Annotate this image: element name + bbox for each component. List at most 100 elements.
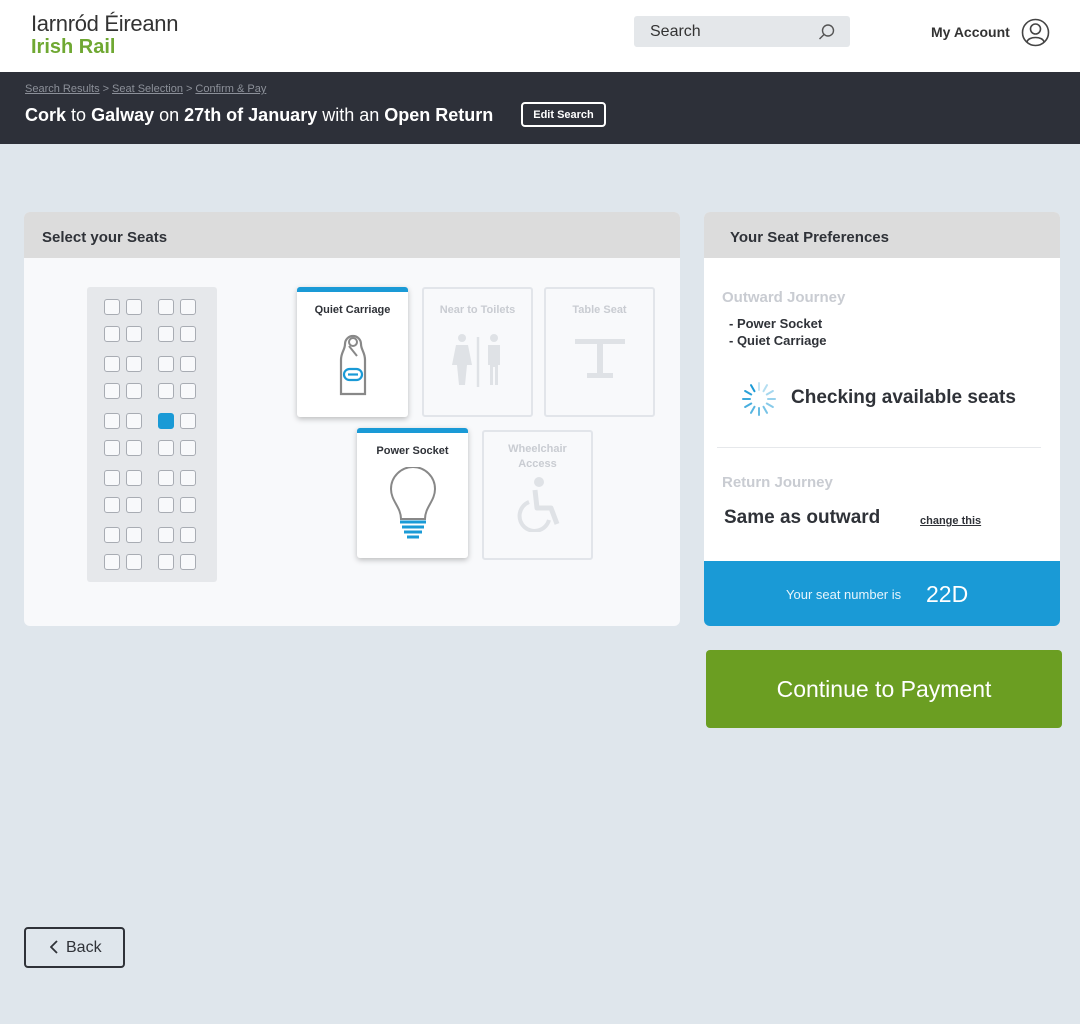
list-item: - Quiet Carriage (729, 333, 827, 348)
search-icon[interactable] (818, 23, 836, 41)
seat[interactable] (104, 326, 120, 342)
top-header: Iarnród Éireann Irish Rail My Account (0, 0, 1080, 72)
seat[interactable] (158, 356, 174, 372)
wheelchair-access-label: Wheelchair Access (508, 443, 567, 470)
table-seat-option[interactable]: Table Seat (544, 287, 655, 417)
seat[interactable] (126, 299, 142, 315)
seat[interactable] (104, 527, 120, 543)
seat[interactable] (180, 470, 196, 486)
seat[interactable] (126, 527, 142, 543)
seat[interactable] (104, 440, 120, 456)
seat[interactable] (180, 554, 196, 570)
seat[interactable] (104, 554, 120, 570)
return-journey-value: Same as outward (724, 507, 881, 528)
seat[interactable] (126, 356, 142, 372)
select-seats-panel: Select your Seats Quiet Carriage Near to… (24, 212, 680, 626)
seat[interactable] (126, 413, 142, 429)
seat-number-banner: Your seat number is 22D (704, 561, 1060, 626)
seat[interactable] (104, 383, 120, 399)
logo-line-english: Irish Rail (31, 36, 116, 58)
seat[interactable] (104, 356, 120, 372)
seat[interactable] (180, 440, 196, 456)
list-item: - Power Socket (729, 316, 823, 331)
seat[interactable] (158, 554, 174, 570)
seat-number-value: 22D (926, 581, 969, 607)
divider (717, 447, 1041, 448)
seat[interactable] (180, 383, 196, 399)
seat[interactable] (158, 299, 174, 315)
seat-preferences-panel: Your Seat Preferences Outward Journey - … (704, 212, 1060, 626)
seat-number-label: Your seat number is (786, 587, 902, 602)
seat[interactable] (126, 497, 142, 513)
seat[interactable] (126, 440, 142, 456)
breadcrumb-confirm-pay[interactable]: Confirm & Pay (195, 83, 266, 95)
power-socket-option[interactable]: Power Socket (357, 428, 468, 558)
seat[interactable] (158, 527, 174, 543)
seat[interactable] (180, 527, 196, 543)
breadcrumb: Search Results > Seat Selection > Confirm & … (25, 83, 266, 95)
continue-to-payment-button[interactable]: Continue to Payment (706, 650, 1062, 728)
seat[interactable] (104, 470, 120, 486)
ticket-type: Open Return (384, 105, 494, 125)
seat[interactable] (180, 413, 196, 429)
back-label: Back (66, 939, 102, 956)
seat[interactable] (126, 554, 142, 570)
seat[interactable] (180, 326, 196, 342)
chevron-left-icon (50, 940, 58, 954)
seat[interactable] (104, 299, 120, 315)
irish-rail-logo[interactable]: Iarnród Éireann Irish Rail (31, 11, 179, 59)
seat[interactable] (158, 383, 174, 399)
seat[interactable] (158, 326, 174, 342)
seat[interactable] (158, 497, 174, 513)
destination-station: Galway (91, 105, 155, 125)
door-hanger-icon (339, 334, 366, 396)
outward-journey-heading: Outward Journey (722, 289, 846, 306)
wheelchair-icon (517, 477, 559, 532)
journey-summary-bar: Search Results > Seat Selection > Confirm & … (0, 72, 1080, 144)
lightbulb-icon (389, 467, 436, 539)
seat[interactable] (180, 299, 196, 315)
search-input[interactable] (634, 16, 804, 47)
seat[interactable] (104, 497, 120, 513)
seat[interactable] (126, 326, 142, 342)
wheelchair-access-option[interactable]: Wheelchair Access (482, 430, 593, 560)
seat[interactable] (180, 356, 196, 372)
breadcrumb-search-results[interactable]: Search Results (25, 83, 100, 95)
logo-line-irish: Iarnród Éireann (31, 11, 179, 36)
quiet-carriage-option[interactable]: Quiet Carriage (297, 287, 408, 417)
near-toilets-option[interactable]: Near to Toilets (422, 287, 533, 417)
journey-title: Cork to Galway on 27th of January with a… (25, 105, 493, 126)
breadcrumb-separator: > (185, 83, 193, 95)
loading-spinner-icon (742, 382, 776, 416)
select-seats-title: Select your Seats (24, 212, 680, 258)
seat[interactable] (126, 383, 142, 399)
breadcrumb-separator: > (102, 83, 110, 95)
seat[interactable] (180, 497, 196, 513)
seat-preferences-title: Your Seat Preferences (704, 212, 1060, 258)
back-button[interactable]: Back (24, 927, 125, 968)
breadcrumb-seat-selection[interactable]: Seat Selection (112, 83, 183, 95)
quiet-carriage-label: Quiet Carriage (314, 304, 391, 316)
toilets-icon (451, 334, 500, 387)
my-account-link[interactable]: My Account (931, 24, 1010, 40)
checking-status-text: Checking available seats (791, 387, 1016, 408)
seat[interactable] (158, 470, 174, 486)
search-box (634, 16, 850, 47)
power-socket-label: Power Socket (376, 445, 449, 457)
user-account-icon[interactable] (1021, 18, 1050, 47)
seat[interactable] (104, 413, 120, 429)
return-journey-heading: Return Journey (722, 474, 833, 491)
seat[interactable] (158, 413, 174, 429)
edit-search-button[interactable]: Edit Search (521, 102, 606, 127)
seat-map (87, 287, 217, 582)
with-word: with an (322, 105, 380, 125)
on-word: on (159, 105, 180, 125)
change-return-link[interactable]: change this (920, 515, 981, 527)
seat[interactable] (126, 470, 142, 486)
outward-preferences-list: - Power Socket - Quiet Carriage (729, 315, 827, 349)
travel-date: 27th of January (184, 105, 318, 125)
origin-station: Cork (25, 105, 67, 125)
to-word: to (71, 105, 87, 125)
seat[interactable] (158, 440, 174, 456)
near-toilets-label: Near to Toilets (439, 304, 516, 316)
